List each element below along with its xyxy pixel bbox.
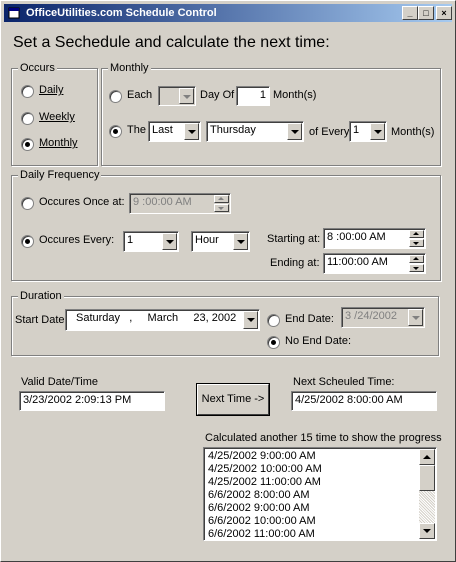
- weekday-value: Thursday: [210, 124, 256, 136]
- list-item[interactable]: 6/6/2002 10:00:00 AM: [204, 515, 436, 528]
- title-bar[interactable]: OfficeUtilities.com Schedule Control _ □…: [4, 4, 452, 22]
- no-end-date-label: No End Date:: [285, 335, 352, 347]
- occurs-group-label: Occurs: [18, 62, 57, 74]
- spin-down-icon[interactable]: [214, 204, 229, 212]
- every-value: 1: [127, 234, 134, 246]
- day-of-label: Day Of: [200, 89, 235, 101]
- spin-up-icon[interactable]: [214, 195, 229, 203]
- scroll-down-icon[interactable]: [419, 523, 435, 539]
- ending-at-label: Ending at:: [270, 257, 320, 269]
- each-day-dropdown[interactable]: [158, 86, 196, 106]
- chevron-down-icon[interactable]: [184, 123, 199, 140]
- list-item[interactable]: 4/25/2002 11:00:00 AM: [204, 476, 436, 489]
- scroll-up-icon[interactable]: [419, 449, 435, 465]
- ending-at-value: 11:00:00 AM: [327, 256, 388, 268]
- radio-the[interactable]: [109, 125, 122, 138]
- chevron-down-icon[interactable]: [179, 88, 194, 104]
- schedule-window: OfficeUtilities.com Schedule Control _ □…: [0, 0, 456, 562]
- day-of-value: 1: [259, 89, 266, 101]
- starting-at-input[interactable]: 8 :00:00 AM: [323, 228, 426, 249]
- spin-down-icon[interactable]: [409, 239, 424, 247]
- ending-at-input[interactable]: 11:00:00 AM: [323, 253, 426, 274]
- ordinal-value: Last: [152, 124, 173, 136]
- chevron-down-icon[interactable]: [370, 123, 385, 140]
- monthly-group-label: Monthly: [108, 62, 151, 74]
- maximize-button[interactable]: □: [418, 6, 434, 20]
- once-time-input[interactable]: 9 :00:00 AM: [129, 193, 231, 214]
- radio-weekly[interactable]: [21, 112, 34, 125]
- next-time-button[interactable]: Next Time ->: [197, 384, 269, 415]
- window-title: OfficeUtilities.com Schedule Control: [26, 7, 217, 19]
- chevron-down-icon[interactable]: [408, 309, 423, 326]
- app-icon: [8, 7, 20, 19]
- occures-once-label: Occures Once at:: [39, 196, 125, 208]
- daily-frequency-label: Daily Frequency: [18, 169, 102, 181]
- weekly-label: Weekly: [39, 111, 75, 123]
- each-label: Each: [127, 89, 153, 101]
- progress-label: Calculated another 15 time to show the p…: [205, 432, 442, 444]
- of-every-label: of Every: [309, 126, 350, 138]
- starting-at-value: 8 :00:00 AM: [327, 231, 386, 243]
- every-months-value: 1: [353, 124, 360, 136]
- valid-datetime-label: Valid Date/Time: [21, 376, 99, 388]
- ordinal-dropdown[interactable]: Last: [148, 121, 201, 142]
- radio-daily[interactable]: [21, 85, 34, 98]
- next-scheduled-label: Next Scheuled Time:: [293, 376, 395, 388]
- list-item[interactable]: 4/25/2002 10:00:00 AM: [204, 463, 436, 476]
- chevron-down-icon[interactable]: [162, 233, 177, 250]
- progress-list[interactable]: 4/25/2002 9:00:00 AM 4/25/2002 10:00:00 …: [203, 447, 437, 541]
- end-date-value: 3 /24/2002: [345, 310, 397, 322]
- list-item[interactable]: 6/6/2002 9:00:00 AM: [204, 502, 436, 515]
- once-time-value: 9 :00:00 AM: [133, 196, 192, 208]
- spin-up-icon[interactable]: [409, 230, 424, 238]
- list-item[interactable]: 4/25/2002 9:00:00 AM: [204, 450, 436, 463]
- day-of-input[interactable]: 1: [236, 86, 270, 106]
- start-date-picker[interactable]: Saturday , March 23, 2002: [65, 309, 260, 331]
- chevron-down-icon[interactable]: [287, 123, 302, 140]
- radio-end-date[interactable]: [267, 314, 280, 327]
- radio-occures-every[interactable]: [21, 235, 34, 248]
- spin-down-icon[interactable]: [409, 264, 424, 272]
- unit-dropdown[interactable]: Hour: [191, 231, 250, 252]
- radio-no-end-date[interactable]: [267, 336, 280, 349]
- next-scheduled-value: 4/25/2002 8:00:00 AM: [295, 394, 403, 406]
- start-date-label: Start Date:: [15, 314, 68, 326]
- valid-datetime-input[interactable]: 3/23/2002 2:09:13 PM: [19, 391, 165, 411]
- radio-occures-once[interactable]: [21, 197, 34, 210]
- radio-each[interactable]: [109, 90, 122, 103]
- monthly-label: Monthly: [39, 137, 78, 149]
- duration-label: Duration: [18, 290, 64, 302]
- monthly-group: Monthly: [101, 62, 441, 166]
- end-date-label: End Date:: [285, 313, 334, 325]
- months-label-2: Month(s): [391, 126, 435, 138]
- page-title: Set a Sechedule and calculate the next t…: [13, 34, 330, 51]
- starting-at-label: Starting at:: [267, 233, 321, 245]
- weekday-dropdown[interactable]: Thursday: [206, 121, 304, 142]
- daily-label: Daily: [39, 84, 64, 96]
- chevron-down-icon[interactable]: [233, 233, 248, 250]
- vertical-scrollbar[interactable]: [419, 449, 435, 539]
- close-button[interactable]: ×: [436, 6, 452, 20]
- every-value-dropdown[interactable]: 1: [123, 231, 179, 252]
- scroll-thumb[interactable]: [419, 465, 435, 491]
- valid-datetime-value: 3/23/2002 2:09:13 PM: [23, 394, 132, 406]
- spin-up-icon[interactable]: [409, 255, 424, 263]
- occures-every-label: Occures Every:: [39, 234, 115, 246]
- unit-value: Hour: [195, 234, 219, 246]
- months-label: Month(s): [273, 89, 317, 101]
- end-date-picker[interactable]: 3 /24/2002: [341, 307, 425, 328]
- every-months-dropdown[interactable]: 1: [349, 121, 387, 142]
- radio-monthly[interactable]: [21, 138, 34, 151]
- start-date-value: Saturday , March 23, 2002: [76, 312, 237, 324]
- chevron-down-icon[interactable]: [243, 311, 258, 329]
- next-scheduled-input[interactable]: 4/25/2002 8:00:00 AM: [291, 391, 437, 411]
- minimize-button[interactable]: _: [402, 6, 418, 20]
- list-item[interactable]: 6/6/2002 11:00:00 AM: [204, 528, 436, 540]
- list-item[interactable]: 6/6/2002 8:00:00 AM: [204, 489, 436, 502]
- the-label: The: [127, 124, 146, 136]
